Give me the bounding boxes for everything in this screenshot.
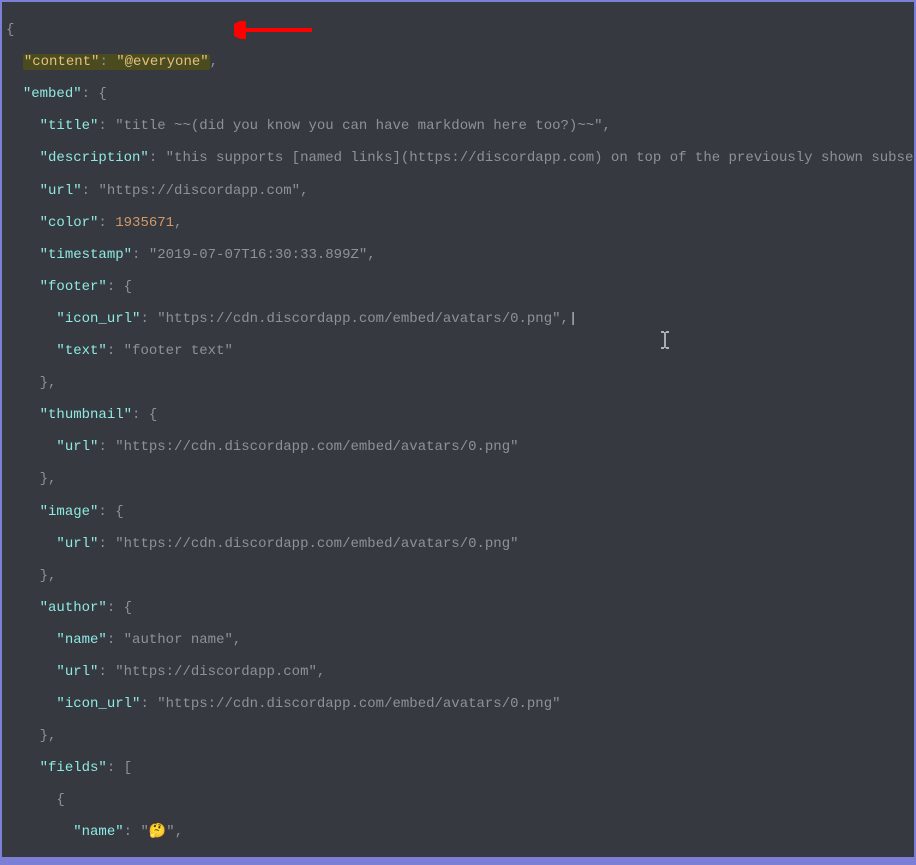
image-url-value: "https://cdn.discordapp.com/embed/avatar… [115, 536, 518, 552]
footer-key: "footer" [40, 279, 107, 295]
thumbnail-url-key: "url" [56, 439, 98, 455]
thumbnail-key: "thumbnail" [40, 407, 132, 423]
author-name-key: "name" [56, 632, 106, 648]
description-value: "this supports [named links](https://dis… [166, 150, 914, 166]
color-key: "color" [40, 215, 99, 231]
author-iconurl-key: "icon_url" [56, 696, 140, 712]
color-value: 1935671 [115, 215, 174, 231]
timestamp-key: "timestamp" [40, 247, 132, 263]
brace-close: }, [40, 471, 57, 487]
brace-close: }, [40, 728, 57, 744]
footer-text-value: "footer text" [124, 343, 233, 359]
author-url-value: "https://discordapp.com" [115, 664, 317, 680]
author-url-key: "url" [56, 664, 98, 680]
title-key: "title" [40, 118, 99, 134]
brace-close: }, [40, 375, 57, 391]
footer-iconurl-key: "icon_url" [56, 311, 140, 327]
timestamp-value: "2019-07-07T16:30:33.899Z" [149, 247, 367, 263]
author-key: "author" [40, 600, 107, 616]
footer-text-key: "text" [56, 343, 106, 359]
brace-open: { [6, 22, 14, 38]
content-key-value: "content": "@everyone" [23, 54, 210, 70]
url-key: "url" [40, 183, 82, 199]
field-name-key: "name" [73, 824, 123, 840]
author-iconurl-value: "https://cdn.discordapp.com/embed/avatar… [157, 696, 560, 712]
thumbnail-url-value: "https://cdn.discordapp.com/embed/avatar… [115, 439, 518, 455]
field-name-value: "🤔" [140, 824, 174, 840]
brace-close: }, [40, 568, 57, 584]
title-value: "title ~~(did you know you can have mark… [115, 118, 602, 134]
text-cursor: | [569, 311, 577, 327]
embed-key: "embed" [23, 86, 82, 102]
description-key: "description" [40, 150, 149, 166]
image-key: "image" [40, 504, 99, 520]
footer-iconurl-value: "https://cdn.discordapp.com/embed/avatar… [157, 311, 560, 327]
url-value: "https://discordapp.com" [98, 183, 300, 199]
brace-open: { [56, 792, 64, 808]
image-url-key: "url" [56, 536, 98, 552]
fields-key: "fields" [40, 760, 107, 776]
author-name-value: "author name" [124, 632, 233, 648]
code-editor[interactable]: { "content": "@everyone", "embed": { "ti… [2, 2, 914, 857]
